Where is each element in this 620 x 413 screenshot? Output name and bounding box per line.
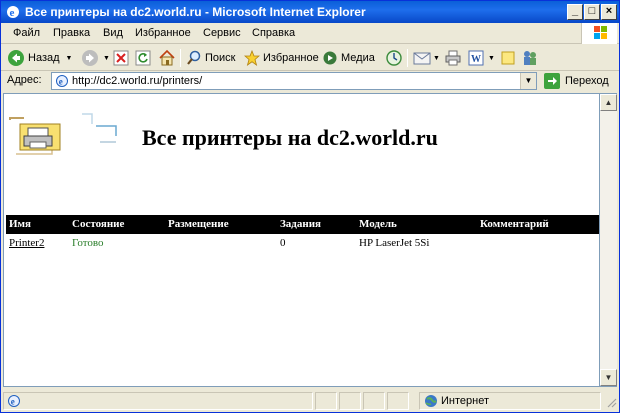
- vertical-scrollbar[interactable]: ▲ ▼: [600, 93, 617, 387]
- printer-name-link[interactable]: Printer2: [9, 237, 44, 249]
- print-icon: [445, 50, 461, 66]
- printer-jobs: 0: [280, 237, 286, 249]
- go-button[interactable]: Переход: [543, 72, 609, 90]
- address-label: Адрес:: [7, 74, 42, 86]
- browser-window: e Все принтеры на dc2.world.ru - Microso…: [0, 0, 620, 413]
- status-pane: [363, 392, 385, 410]
- toolbar-separator: [407, 49, 408, 67]
- favorites-button[interactable]: Избранное: [244, 48, 319, 68]
- menu-edit[interactable]: Правка: [53, 27, 90, 39]
- address-input[interactable]: e http://dc2.world.ru/printers/ ▼: [51, 72, 537, 90]
- stop-button[interactable]: [113, 48, 129, 68]
- column-header-comment: Комментарий: [480, 218, 549, 230]
- svg-text:e: e: [59, 77, 63, 87]
- toolbar-separator: [180, 49, 181, 67]
- windows-logo-icon: [581, 23, 617, 44]
- back-button[interactable]: Назад ▼: [7, 48, 72, 68]
- status-pane: [339, 392, 361, 410]
- status-zone-label: Интернет: [441, 395, 489, 407]
- page-icon: e: [56, 75, 68, 87]
- back-dropdown-icon[interactable]: ▼: [66, 55, 73, 62]
- search-label: Поиск: [205, 52, 236, 64]
- stop-icon: [113, 50, 129, 66]
- scroll-down-icon[interactable]: ▼: [600, 369, 617, 386]
- messenger-icon: [524, 51, 536, 65]
- column-header-model: Модель: [359, 218, 397, 230]
- menu-tools[interactable]: Сервис: [203, 27, 241, 39]
- address-bar: Адрес: e http://dc2.world.ru/printers/ ▼…: [1, 71, 619, 91]
- title-bar: e Все принтеры на dc2.world.ru - Microso…: [1, 1, 619, 23]
- refresh-icon: [135, 50, 151, 66]
- search-icon: [187, 50, 201, 65]
- printer-model: HP LaserJet 5Si: [359, 237, 430, 249]
- resize-grip-icon[interactable]: [605, 396, 617, 408]
- internet-globe-icon: [425, 395, 437, 407]
- edit-dropdown-icon[interactable]: ▼: [488, 55, 495, 62]
- mail-icon: [413, 52, 431, 65]
- address-dropdown-icon[interactable]: ▼: [520, 73, 536, 89]
- refresh-button[interactable]: [135, 48, 151, 68]
- status-pane: [387, 392, 409, 410]
- printer-status: Готово: [72, 237, 104, 249]
- menu-favorites[interactable]: Избранное: [135, 27, 191, 39]
- printer-logo: [8, 110, 128, 160]
- svg-text:e: e: [11, 397, 15, 407]
- column-header-name: Имя: [9, 218, 31, 230]
- page-content: Все принтеры на dc2.world.ru Имя Состоян…: [3, 93, 600, 387]
- status-pane: [315, 392, 337, 410]
- mail-button[interactable]: ▼: [413, 48, 440, 68]
- column-header-jobs: Задания: [280, 218, 321, 230]
- scroll-up-icon[interactable]: ▲: [600, 94, 617, 111]
- forward-dropdown-icon[interactable]: ▼: [103, 55, 110, 62]
- menu-bar: Файл Правка Вид Избранное Сервис Справка: [1, 23, 619, 44]
- menu-file[interactable]: Файл: [13, 27, 40, 39]
- media-icon: [323, 51, 337, 65]
- home-icon: [159, 49, 175, 66]
- page-title: Все принтеры на dc2.world.ru: [142, 125, 438, 150]
- word-edit-icon: W: [468, 50, 484, 66]
- menu-view[interactable]: Вид: [103, 27, 123, 39]
- maximize-button[interactable]: □: [584, 4, 600, 20]
- back-arrow-icon: [8, 50, 24, 66]
- toolbar: Назад ▼ ▼ Поиск Избранное Медиа ▼ W ▼: [1, 45, 619, 71]
- menu-help[interactable]: Справка: [252, 27, 295, 39]
- column-header-location: Размещение: [168, 218, 229, 230]
- home-button[interactable]: [158, 48, 176, 68]
- go-label: Переход: [565, 75, 609, 87]
- internet-explorer-icon: e: [7, 6, 19, 19]
- window-title: Все принтеры на dc2.world.ru - Microsoft…: [25, 5, 366, 19]
- media-label: Медиа: [341, 52, 375, 64]
- favorites-label: Избранное: [263, 52, 319, 64]
- page-done-icon: e: [8, 395, 20, 407]
- mail-dropdown-icon[interactable]: ▼: [433, 55, 440, 62]
- svg-text:e: e: [10, 7, 15, 19]
- edit-button[interactable]: W ▼: [468, 48, 495, 68]
- close-button[interactable]: ×: [601, 4, 617, 20]
- column-header-status: Состояние: [72, 218, 125, 230]
- search-button[interactable]: Поиск: [186, 48, 235, 68]
- media-button[interactable]: Медиа: [322, 48, 375, 68]
- history-icon: [386, 50, 402, 66]
- favorites-star-icon: [244, 50, 260, 66]
- status-bar: e Интернет: [1, 390, 619, 412]
- note-icon: [501, 51, 515, 65]
- printers-table-header: Имя Состояние Размещение Задания Модель …: [6, 215, 599, 234]
- status-main-pane: e: [3, 392, 313, 410]
- forward-arrow-icon: [82, 50, 98, 66]
- discuss-button[interactable]: [500, 48, 516, 68]
- messenger-button[interactable]: [521, 48, 539, 68]
- back-label: Назад: [28, 52, 60, 64]
- print-button[interactable]: [445, 48, 461, 68]
- go-arrow-icon: [544, 73, 560, 89]
- address-url: http://dc2.world.ru/printers/: [72, 75, 203, 87]
- history-button[interactable]: [385, 48, 403, 68]
- svg-text:W: W: [471, 54, 481, 65]
- minimize-button[interactable]: _: [567, 4, 583, 20]
- forward-button[interactable]: ▼: [81, 48, 110, 68]
